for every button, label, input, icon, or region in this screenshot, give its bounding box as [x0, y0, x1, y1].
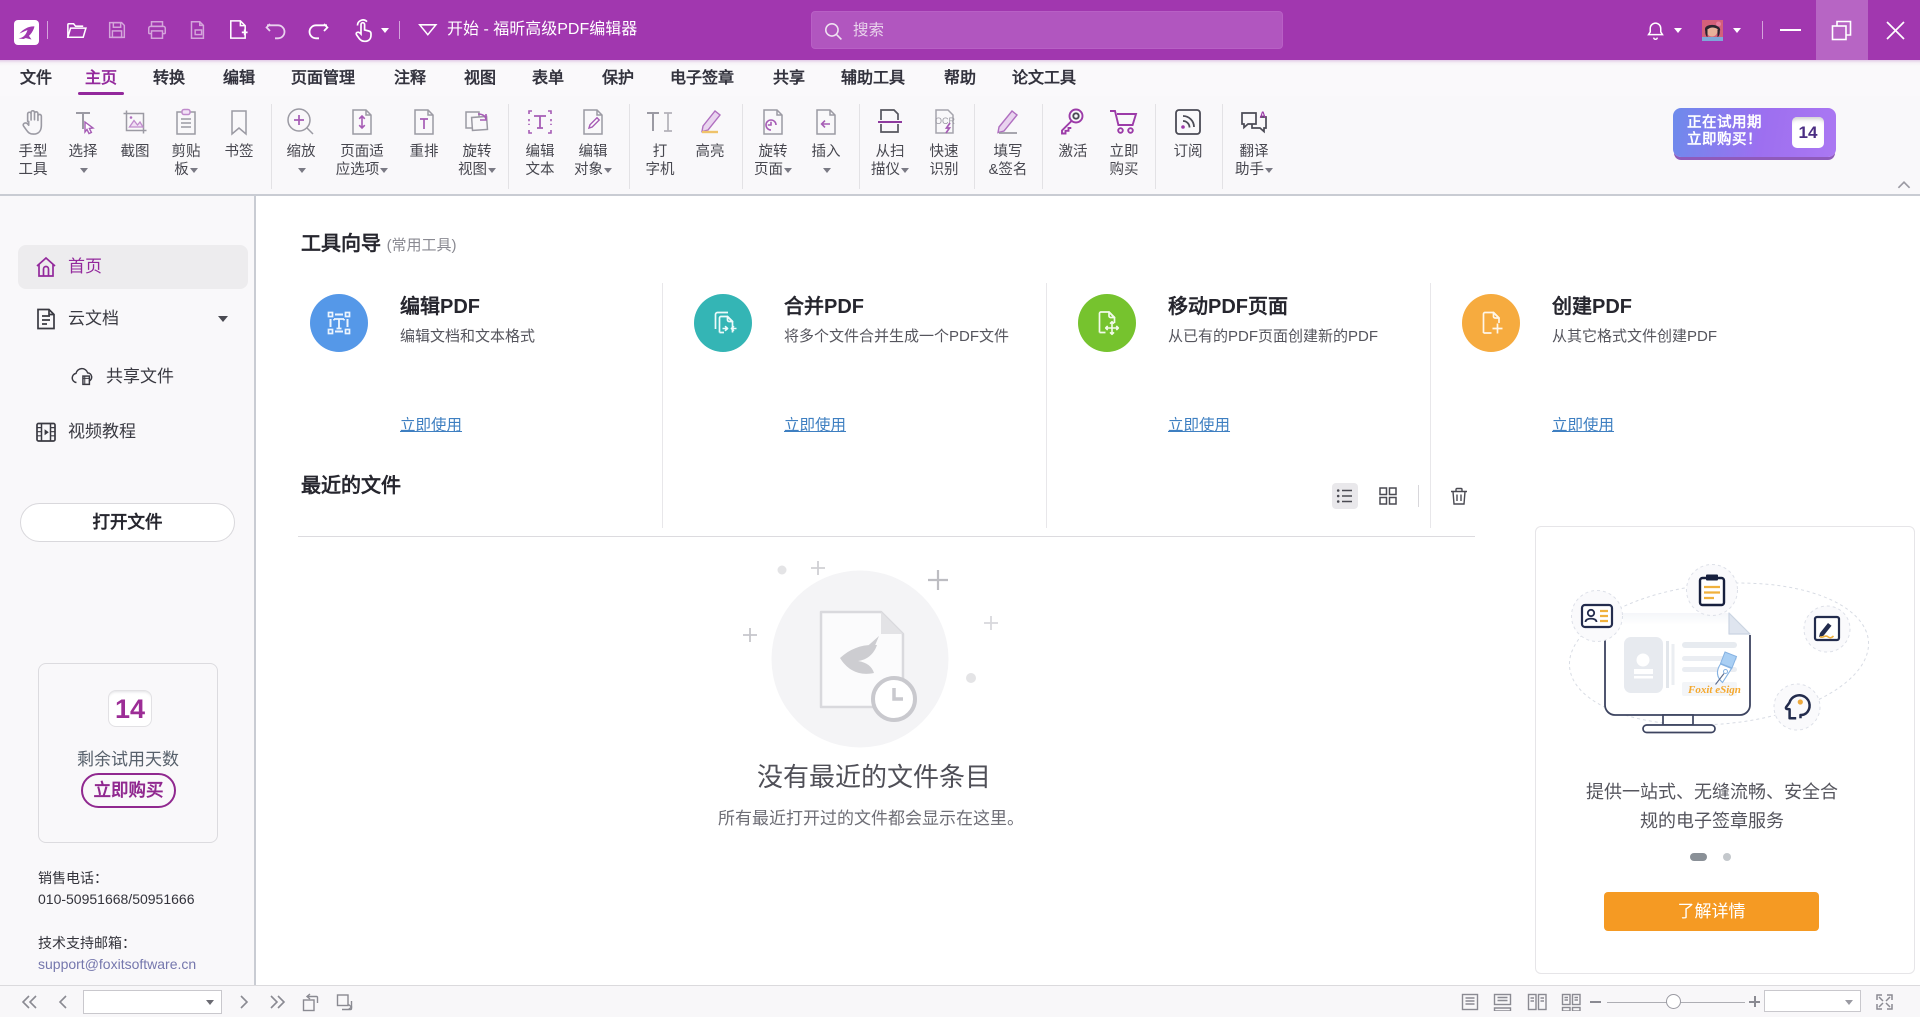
- svg-text:Foxit eSign: Foxit eSign: [1687, 684, 1741, 696]
- svg-text:OCR: OCR: [935, 116, 956, 126]
- svg-text:A: A: [1260, 110, 1267, 120]
